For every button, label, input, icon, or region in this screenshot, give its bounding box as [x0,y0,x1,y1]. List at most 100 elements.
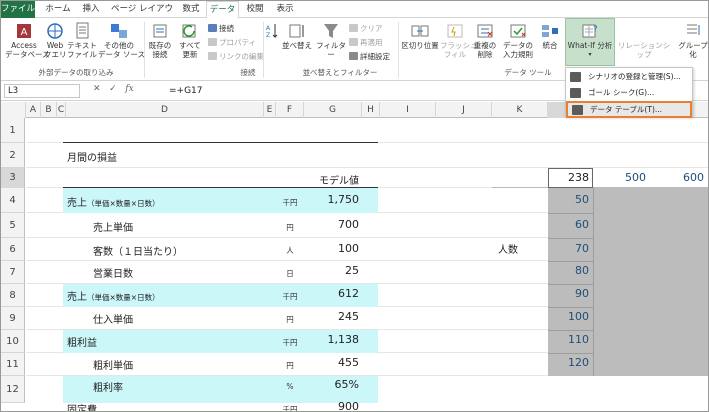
text-to-columns-button[interactable]: 区切り位置 [401,22,439,50]
column-header[interactable]: B [41,102,57,118]
other-sources-button[interactable]: その他の データ ソース [98,22,145,59]
row-header[interactable]: 10 [1,330,25,353]
what-if-dropdown-menu: シナリオの登録と管理(S)... ゴール シーク(G)... データ テーブル(… [565,67,693,118]
row-header[interactable]: 8 [1,284,25,307]
edit-links-icon [208,52,217,60]
text-file-button[interactable]: テキスト ファイル [67,22,97,59]
line-value: 455 [338,356,359,369]
tab-page-layout[interactable]: ページ レイアウト [109,1,175,31]
sort-az-button[interactable]: AZ [265,22,279,41]
enter-icon[interactable]: ✓ [109,84,117,94]
reapply-button[interactable]: 再適用 [349,37,383,48]
group-label-connections: 接続 [240,68,256,77]
formula-input[interactable]: =+G17 [169,84,203,98]
line-label: 仕入単価 [93,315,133,326]
tab-home[interactable]: ホーム [42,1,74,18]
what-if-analysis-button[interactable]: ? What-If 分析 ▾ [565,18,615,66]
menu-item-data-table[interactable]: データ テーブル(T)... [566,101,692,118]
tab-insert[interactable]: 挿入 [78,1,104,18]
existing-connections-icon [150,22,170,40]
properties-icon [208,38,217,46]
line-label: 売上（単価×数量×日数） [67,292,160,303]
menu-item-goal-seek[interactable]: ゴール シーク(G)... [566,85,692,101]
tab-review[interactable]: 校閲 [242,1,268,18]
line-label: 粗利率 [93,383,123,394]
cancel-icon[interactable]: ✕ [93,84,101,94]
text-file-label: テキスト ファイル [67,41,97,59]
tab-formulas[interactable]: 数式 [178,1,204,18]
line-value: 25 [345,264,359,277]
svg-text:A: A [21,27,28,38]
table-line [548,353,593,354]
row-header[interactable]: 2 [1,143,25,168]
refresh-label: すべて 更新 [179,41,201,59]
properties-label: プロパティ [219,38,257,47]
sheet-title: 月間の損益 [67,153,117,164]
table-left-value: 120 [568,356,589,369]
model-header: モデル値 [319,176,359,187]
table-left-value: 70 [575,242,589,255]
properties-button[interactable]: プロパティ [208,37,256,48]
web-query-button[interactable]: Web クエリ [44,22,67,59]
clear-label: クリア [360,24,383,33]
remove-duplicates-button[interactable]: 重複の 削除 [471,22,499,59]
row-header[interactable]: 7 [1,261,25,284]
table-top-value: 600 [683,171,704,184]
grid-row [26,143,708,168]
edit-links-button[interactable]: リンクの編集 [208,51,264,62]
row-header[interactable]: 1 [1,118,25,143]
tab-view[interactable]: 表示 [272,1,298,18]
column-header[interactable]: A [26,102,41,118]
web-label: Web クエリ [44,41,67,59]
column-header[interactable]: J [436,102,492,118]
column-header[interactable]: K [492,102,548,118]
reapply-icon [349,38,358,46]
existing-connections-button[interactable]: 既存の 接続 [146,22,174,59]
row-header[interactable]: 5 [1,213,25,238]
select-all-corner[interactable] [1,102,26,118]
column-header[interactable]: H [362,102,380,118]
connections-button[interactable]: 接続 [208,23,234,34]
row-header[interactable]: 9 [1,307,25,330]
data-table-selection[interactable] [548,188,708,376]
clear-button[interactable]: クリア [349,23,383,34]
tab-data[interactable]: データ [206,1,239,19]
what-if-icon: ? [580,22,600,40]
line-value: 612 [338,287,359,300]
relationships-button[interactable]: リレーションシップ [617,41,671,59]
other-sources-icon [109,22,129,40]
group-label-external: 外部データの取り込み [38,68,114,77]
group-label-sort: 並べ替えとフィルター [302,68,378,77]
row-header[interactable]: 4 [1,188,25,213]
table-top-value: 500 [625,171,646,184]
advanced-filter-button[interactable]: 詳細設定 [349,51,390,62]
column-header[interactable]: D [66,102,264,118]
row-header[interactable]: 12 [1,376,25,403]
column-header[interactable]: G [304,102,362,118]
consolidate-icon [540,22,560,40]
row-header[interactable]: 6 [1,238,25,261]
row-header[interactable]: 3 [1,168,25,188]
line-label: 売上単価 [93,223,133,234]
remove-duplicates-icon [475,22,495,40]
data-validation-button[interactable]: データの 入力規則 [500,22,536,59]
ribbon-tabs: ファイル ホーム 挿入 ページ レイアウト 数式 データ 校閲 表示 [1,1,708,31]
name-box[interactable]: L3 [4,84,80,98]
row-header[interactable]: 11 [1,353,25,376]
filter-button[interactable]: フィルター [314,22,348,59]
column-header[interactable]: C [57,102,66,118]
consolidate-button[interactable]: 統合 [537,22,563,50]
menu-item-scenario-manager[interactable]: シナリオの登録と管理(S)... [566,69,692,85]
column-header[interactable]: I [380,102,436,118]
refresh-all-button[interactable]: すべて 更新 [176,22,204,59]
sort-button[interactable]: 並べ替え [281,22,313,50]
grid-row [26,118,708,143]
refresh-icon [180,22,200,40]
fx-icon[interactable]: fx [125,84,133,94]
tab-file[interactable]: ファイル [1,1,35,18]
access-button[interactable]: A Access データベース [5,22,50,59]
flash-fill-button[interactable]: フラッシュ フィル [440,22,478,59]
group-button[interactable]: グループ化 [675,22,708,59]
column-header[interactable]: F [276,102,304,118]
column-header[interactable]: E [264,102,276,118]
